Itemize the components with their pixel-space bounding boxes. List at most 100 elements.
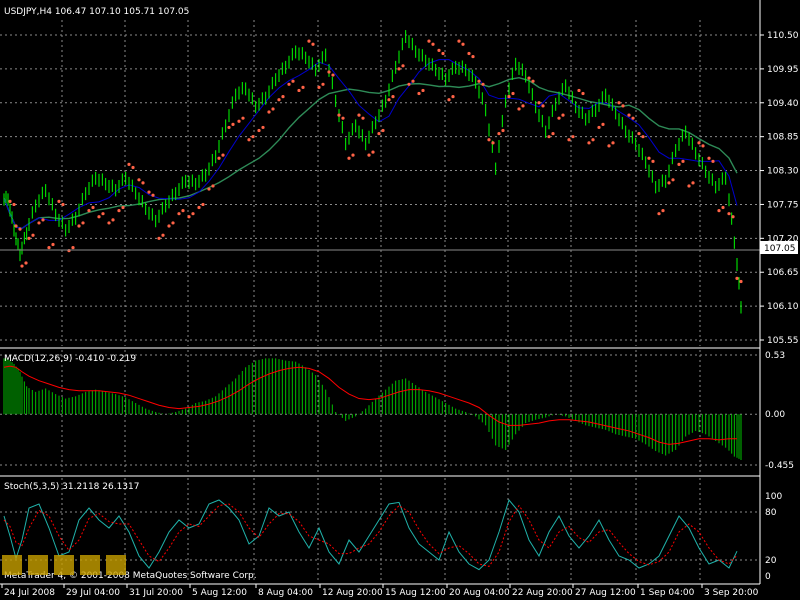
ma-slow-line	[3, 76, 738, 230]
sar-dot	[37, 221, 41, 225]
sar-dot	[501, 128, 505, 133]
stoch-panel: 100 80 20 0 Stoch(5,3,5) 31.2118 26.1317 Me…	[0, 478, 782, 582]
sar-dot	[121, 205, 125, 210]
sar-dot	[551, 131, 555, 136]
sar-dot	[457, 39, 461, 43]
stoch-main-line	[3, 498, 738, 571]
sar-dot	[221, 153, 225, 157]
time-tick-label: 22 Aug 20:00	[512, 588, 573, 598]
sar-dot	[597, 125, 601, 130]
sar-dot	[531, 79, 535, 83]
sar-dot	[337, 113, 341, 117]
price-bars	[3, 30, 742, 314]
sar-dot	[251, 135, 255, 139]
sar-dot	[351, 153, 355, 157]
price-tick-label: 108.30	[767, 167, 799, 177]
time-tick-label: 20 Aug 04:00	[449, 588, 510, 598]
stoch-signal-line	[3, 503, 738, 567]
sar-dot	[41, 218, 45, 222]
macd-panel: 0.53 0.00 -0.455 MACD(12,26,9) -0.410 -0.2…	[0, 350, 794, 474]
price-tick-label: 106.65	[767, 268, 799, 278]
sar-dot	[577, 88, 581, 93]
sar-dot	[667, 181, 671, 185]
sar-dot	[581, 91, 585, 96]
price-tick-label: 106.10	[767, 302, 799, 312]
sar-dot	[101, 212, 105, 216]
current-price-label: 107.05	[764, 244, 796, 254]
sar-dot	[587, 141, 591, 145]
stoch-main-line	[3, 498, 738, 571]
time-tick-label: 12 Aug 20:00	[322, 588, 383, 598]
sar-dot	[191, 212, 195, 216]
stoch-tick-label: 20	[765, 556, 777, 566]
sar-dot	[271, 107, 275, 111]
main-header: USDJPY,H4 106.47 107.10 105.71 107.05	[4, 7, 189, 17]
sar-dot	[287, 82, 291, 86]
sar-dot	[371, 150, 375, 154]
stoch-tick-label: 100	[765, 492, 782, 502]
sar-dot	[247, 138, 251, 142]
sar-dot	[397, 67, 401, 71]
sar-dot	[607, 144, 611, 148]
sar-dot	[511, 91, 515, 96]
chart-root: 110.50 109.95 109.40 108.85 108.30 107.75 107.…	[0, 0, 799, 598]
time-axis: 24 Jul 2008 29 Jul 04:00 31 Jul 20:00 5 Aug…	[1, 584, 759, 598]
stoch-axis: 100 80 20 0	[765, 492, 782, 582]
sar-dot	[601, 122, 605, 126]
sar-dot	[127, 162, 131, 166]
sar-dot	[241, 116, 245, 120]
sar-dot	[207, 187, 211, 191]
sar-dot	[301, 85, 305, 89]
sar-dot	[547, 135, 551, 139]
sar-dot	[201, 202, 205, 207]
sar-dot	[517, 107, 521, 111]
sar-dot	[677, 162, 681, 166]
sar-dot	[681, 159, 685, 163]
sar-dot	[181, 209, 185, 213]
sar-dot	[61, 202, 65, 207]
sar-dot	[291, 79, 295, 83]
sar-dot	[321, 82, 325, 86]
sar-dot	[537, 101, 541, 105]
sar-dot	[735, 276, 739, 280]
sar-dot	[377, 131, 381, 136]
stoch-tick-label: 0	[765, 572, 771, 582]
price-tick-label: 109.40	[767, 99, 799, 109]
time-tick-label: 29 Jul 04:00	[66, 588, 120, 598]
stoch-grid	[0, 478, 760, 582]
macd-tick-label: 0.00	[765, 410, 785, 420]
sar-dot	[91, 205, 95, 210]
sar-dot	[197, 205, 201, 210]
sar-dot	[14, 224, 18, 228]
sar-dot	[671, 178, 675, 182]
sar-dot	[117, 209, 121, 213]
sar-dot	[631, 116, 635, 120]
sar-dot	[141, 181, 145, 185]
sar-dot	[257, 128, 261, 133]
time-tick-label: 24 Jul 2008	[4, 588, 55, 598]
sar-dot	[461, 42, 465, 46]
sar-dot	[47, 245, 51, 250]
sar-dot	[137, 178, 141, 182]
sar-dot	[12, 202, 16, 207]
sar-dot	[227, 125, 231, 130]
sar-dot	[341, 116, 345, 120]
sar-dot	[707, 156, 711, 160]
time-tick-label: 3 Sep 20:00	[704, 588, 759, 598]
sar-dot	[701, 144, 705, 148]
sar-dot	[361, 116, 365, 120]
sar-dot	[541, 104, 545, 108]
sar-dot	[527, 76, 531, 80]
time-tick-label: 31 Jul 20:00	[129, 588, 183, 598]
sar-dot	[661, 209, 665, 213]
sar-dot	[391, 95, 395, 99]
sar-dot	[18, 227, 22, 231]
sar-dot	[317, 85, 321, 89]
sar-dot	[721, 205, 725, 210]
sar-dot	[507, 95, 511, 99]
ma-fast-line	[3, 59, 738, 229]
macd-signal-line	[3, 365, 737, 445]
sar-dot	[131, 165, 135, 170]
sar-dot	[641, 135, 645, 139]
sar-dot	[387, 98, 391, 102]
